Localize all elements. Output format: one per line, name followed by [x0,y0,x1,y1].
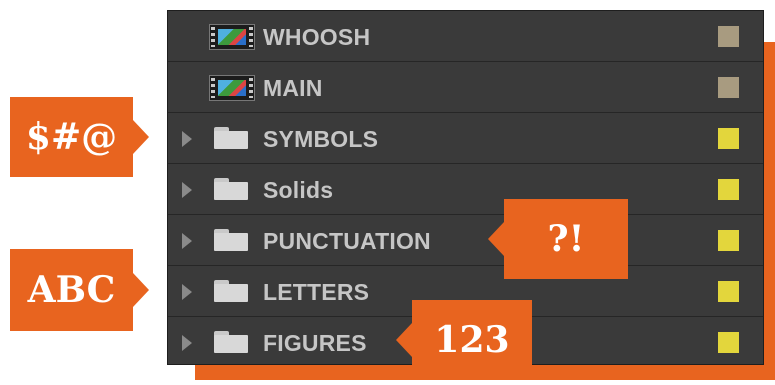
label-color-swatch[interactable] [718,281,739,302]
folder-name: SYMBOLS [263,126,379,152]
callout-letters-text: ABC [27,269,116,311]
callout-letters: ABC [10,249,149,331]
callout-punctuation: ?! [488,199,628,279]
folder-name: Solids [263,177,334,203]
callout-arrow [396,323,412,357]
callout-figures-text: 123 [434,319,510,361]
folder-icon [214,331,248,353]
expand-triangle-icon[interactable] [182,335,192,351]
folder-row-symbols[interactable]: SYMBOLS [168,113,763,164]
layer-name: WHOOSH [263,24,371,50]
composition-icon [209,24,255,50]
callout-arrow [488,222,504,256]
folder-icon [214,127,248,149]
folder-icon [214,280,248,302]
callout-symbols-text: $#@ [25,116,118,158]
folder-row-solids[interactable]: Solids [168,164,763,215]
layer-row-main[interactable]: MAIN [168,62,763,113]
label-color-swatch[interactable] [718,179,739,200]
callout-arrow [133,120,149,154]
folder-name: FIGURES [263,330,367,356]
label-color-swatch[interactable] [718,26,739,47]
composition-icon [209,75,255,101]
folder-icon [214,229,248,251]
callout-arrow [133,273,149,307]
label-color-swatch[interactable] [718,128,739,149]
expand-triangle-icon[interactable] [182,131,192,147]
layer-row-whoosh[interactable]: WHOOSH [168,11,763,62]
expand-triangle-icon[interactable] [182,233,192,249]
callout-figures: 123 [396,300,532,380]
folder-icon [214,178,248,200]
folder-name: PUNCTUATION [263,228,431,254]
folder-row-punctuation[interactable]: PUNCTUATION [168,215,763,266]
layer-name: MAIN [263,75,323,101]
folder-name: LETTERS [263,279,370,305]
label-color-swatch[interactable] [718,77,739,98]
expand-triangle-icon[interactable] [182,182,192,198]
callout-punctuation-text: ?! [547,218,585,260]
label-color-swatch[interactable] [718,332,739,353]
expand-triangle-icon[interactable] [182,284,192,300]
label-color-swatch[interactable] [718,230,739,251]
callout-symbols: $#@ [10,97,149,177]
